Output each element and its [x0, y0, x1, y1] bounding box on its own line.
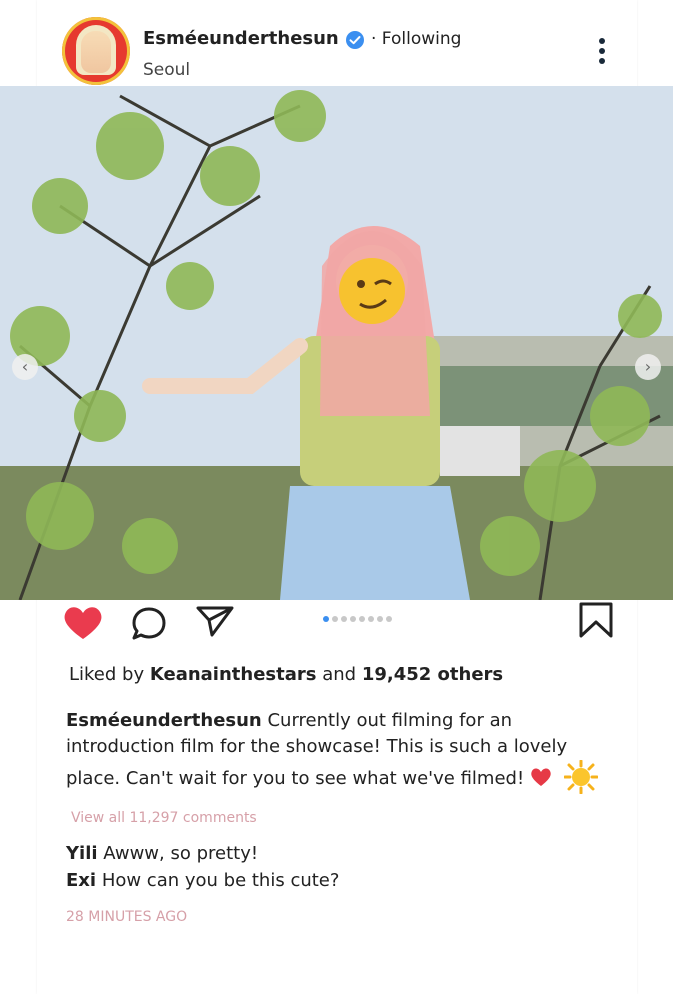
comment-item: Exi How can you be this cute? — [66, 870, 339, 891]
carousel-next-button[interactable]: › — [635, 354, 661, 380]
comment-username[interactable]: Exi — [66, 870, 96, 891]
share-icon[interactable] — [195, 604, 235, 638]
sun-emoji-icon — [563, 760, 598, 794]
liked-by-user[interactable]: Keanainthestars — [150, 664, 317, 685]
view-all-comments-link[interactable]: View all 11,297 comments — [71, 810, 257, 826]
post-caption: Esméeunderthesun Currently out filming f… — [66, 708, 626, 794]
carousel-prev-button[interactable]: ‹ — [12, 354, 38, 380]
username[interactable]: Esméeunderthesun — [143, 28, 339, 49]
post-timestamp: 28 MINUTES AGO — [66, 909, 188, 925]
like-heart-icon[interactable] — [62, 605, 104, 641]
following-status[interactable]: · Following — [371, 29, 461, 49]
likes-count[interactable]: 19,452 others — [362, 664, 503, 685]
caption-username[interactable]: Esméeunderthesun — [66, 710, 262, 731]
post-photo[interactable]: ‹ › — [0, 86, 673, 600]
more-options-icon[interactable] — [594, 38, 610, 68]
comment-text: Awww, so pretty! — [103, 843, 259, 864]
photo-scene — [0, 86, 673, 600]
comment-username[interactable]: Yili — [66, 843, 98, 864]
comment-icon[interactable] — [130, 605, 168, 641]
comment-item: Yili Awww, so pretty! — [66, 843, 258, 864]
avatar[interactable] — [62, 17, 130, 85]
post-header: Esméeunderthesun · Following Seoul — [0, 0, 673, 86]
likes-summary[interactable]: Liked by Keanainthestars and 19,452 othe… — [69, 664, 503, 685]
bookmark-icon[interactable] — [578, 601, 614, 639]
comment-text: How can you be this cute? — [101, 870, 340, 891]
red-heart-emoji-icon — [531, 768, 551, 786]
carousel-indicator — [323, 607, 395, 622]
verified-badge-icon — [346, 31, 364, 49]
location-label[interactable]: Seoul — [143, 60, 190, 80]
